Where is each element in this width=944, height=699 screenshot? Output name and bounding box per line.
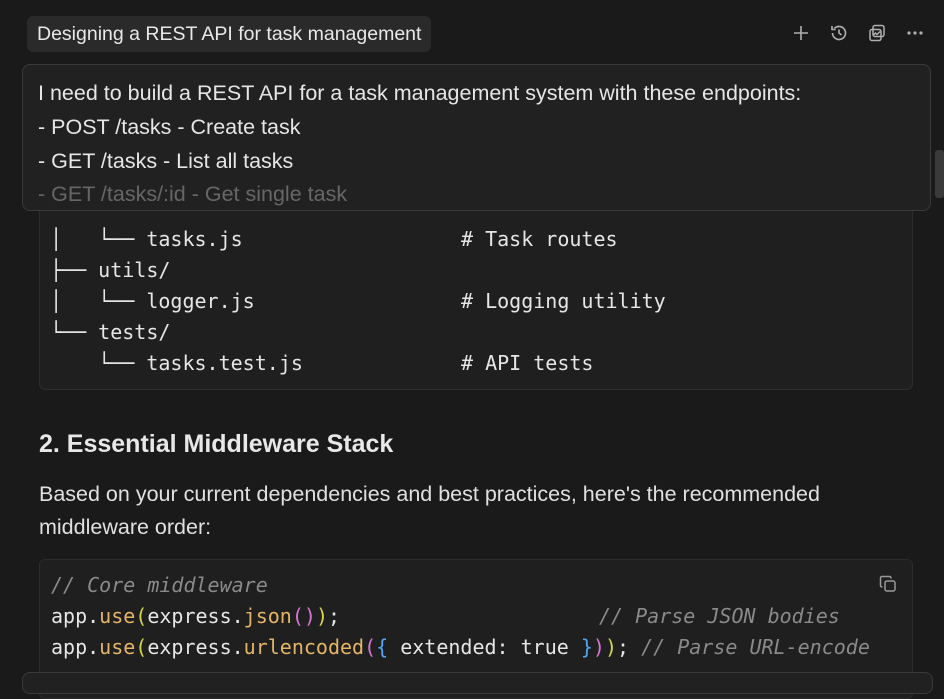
header-actions: [788, 20, 928, 46]
prompt-line: - POST /tasks - Create task: [38, 115, 301, 139]
history-icon[interactable]: [826, 20, 852, 46]
prompt-line: I need to build a REST API for a task ma…: [38, 81, 802, 105]
code-line: app.use(express.json());// Parse JSON bo…: [51, 604, 840, 628]
plus-icon[interactable]: [788, 20, 814, 46]
tree-line: └── tests/: [50, 320, 171, 344]
user-prompt-card[interactable]: I need to build a REST API for a task ma…: [22, 64, 931, 211]
tree-line: ├── utils/: [50, 258, 171, 282]
copy-chat-icon[interactable]: [864, 20, 890, 46]
more-icon[interactable]: [902, 20, 928, 46]
chat-input-edge[interactable]: [22, 672, 933, 694]
code-comment: // Core middleware: [51, 573, 268, 597]
section-heading: 2. Essential Middleware Stack: [39, 430, 394, 458]
copy-icon[interactable]: [878, 574, 900, 596]
conversation-title[interactable]: Designing a REST API for task management: [27, 16, 432, 52]
tree-line: │ └── tasks.js # Task routes: [50, 227, 618, 251]
prompt-line: - GET /tasks - List all tasks: [38, 149, 294, 173]
scrollbar-thumb[interactable]: [935, 150, 944, 198]
prompt-line: - GET /tasks/:id - Get single task: [38, 182, 348, 206]
tree-line: │ └── logger.js # Logging utility: [50, 289, 666, 313]
code-line: app.use(express.urlencoded({ extended: t…: [51, 635, 870, 659]
section-paragraph: Based on your current dependencies and b…: [39, 482, 820, 539]
tree-line: └── tasks.test.js # API tests: [50, 351, 594, 375]
